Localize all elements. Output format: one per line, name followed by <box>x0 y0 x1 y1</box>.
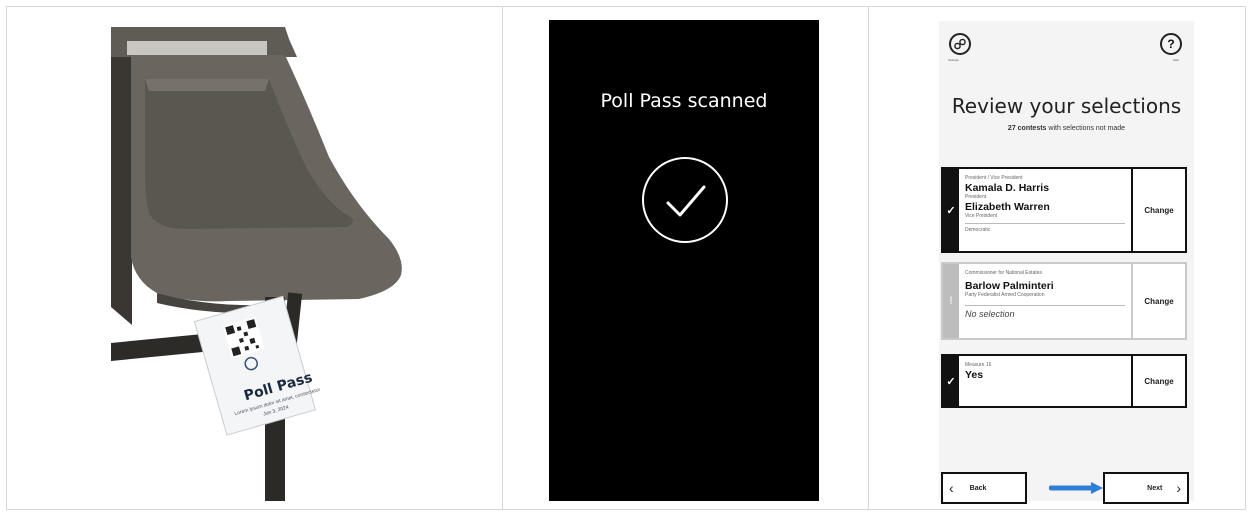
next-button[interactable]: Next › <box>1103 472 1189 504</box>
figure-frame: Poll Pass Lorem ipsum dolor sit amet, co… <box>6 6 1246 510</box>
review-panel: Settings ? Help Review your selections 2… <box>869 7 1245 509</box>
settings-icon[interactable] <box>949 33 971 55</box>
candidate-name: Kamala D. Harris <box>965 182 1050 194</box>
summary-count: 27 contests <box>1007 125 1047 132</box>
chevron-left-icon: ‹ <box>949 480 954 496</box>
contest-title: Commissioner for National Estates <box>965 270 1042 276</box>
checkmark-circle-icon <box>642 157 728 243</box>
contest-card-body: Measure 16 Yes <box>959 356 1133 406</box>
help-label: Help <box>1172 58 1179 62</box>
candidate-role: President <box>965 194 987 200</box>
candidate-party: Party Federalist Armed Cooperation <box>965 292 1045 298</box>
change-button[interactable]: Change <box>1133 169 1185 251</box>
review-screen: Settings ? Help Review your selections 2… <box>939 21 1194 504</box>
change-button[interactable]: Change <box>1133 356 1185 406</box>
help-icon[interactable]: ? <box>1160 33 1182 55</box>
next-label: Next <box>1147 484 1163 492</box>
contest-card-body: Commissioner for National Estates Barlow… <box>959 264 1133 338</box>
scanned-panel: Poll Pass scanned <box>503 7 869 509</box>
contest-title: Measure 16 <box>965 362 992 368</box>
change-button[interactable]: Change <box>1133 264 1185 338</box>
scanned-title: Poll Pass scanned <box>600 90 768 112</box>
page-title: Review your selections <box>951 94 1182 118</box>
scanner-photo-panel: Poll Pass Lorem ipsum dolor sit amet, co… <box>7 7 503 509</box>
contest-card-commissioner[interactable]: ! Commissioner for National Estates Barl… <box>941 262 1187 340</box>
contest-card-measure[interactable]: ✓ Measure 16 Yes Change <box>941 354 1187 408</box>
back-button[interactable]: ‹ Back <box>941 472 1027 504</box>
contest-card-body: President / Vice President Kamala D. Har… <box>959 169 1133 251</box>
measure-answer: Yes <box>965 369 984 381</box>
pointer-arrow-icon <box>1049 482 1103 494</box>
party-label: Democratic <box>965 223 1125 234</box>
scanned-screen: Poll Pass scanned <box>549 20 819 501</box>
candidate-role: Vice President <box>965 213 998 219</box>
candidate-name: Elizabeth Warren <box>965 201 1050 213</box>
warning-icon: ! <box>943 264 959 338</box>
back-label: Back <box>969 484 987 492</box>
contest-card-president[interactable]: ✓ President / Vice President Kamala D. H… <box>941 167 1187 253</box>
check-icon: ✓ <box>943 356 959 406</box>
selection-summary: 27 contests with selections not made <box>939 125 1194 132</box>
contest-title: President / Vice President <box>965 175 1023 181</box>
candidate-name: Barlow Palminteri <box>965 280 1054 292</box>
summary-text: with selections not made <box>1048 125 1126 132</box>
check-icon: ✓ <box>943 169 959 251</box>
settings-label: Settings <box>948 58 959 62</box>
chevron-right-icon: › <box>1176 480 1181 496</box>
no-selection-text: No selection <box>965 305 1125 319</box>
scanner-photo <box>111 27 402 501</box>
